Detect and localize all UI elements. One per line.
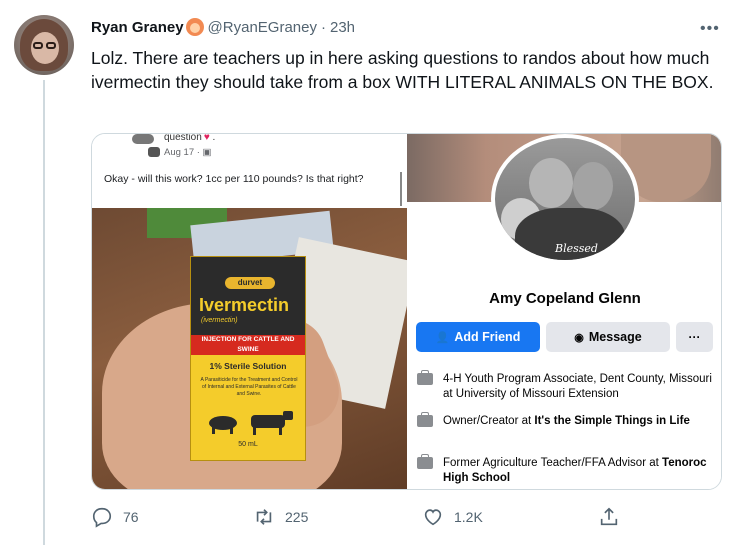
more-icon[interactable]: •••: [700, 20, 720, 38]
screenshot-post-panel: question ♥ . Aug 17 · ▣ Okay - will this …: [92, 133, 407, 489]
box-volume: 50 mL: [238, 441, 258, 448]
briefcase-icon: [417, 412, 433, 427]
pig-and-cow-icon: [209, 411, 293, 435]
box-injection-band: INJECTION FOR CATTLE AND SWINE: [191, 335, 305, 355]
profile-more-button: ···: [676, 322, 713, 352]
briefcase-icon: [417, 370, 433, 385]
message-label: Message: [588, 330, 642, 344]
author-handle[interactable]: @RyanEGraney: [208, 19, 317, 36]
emoji-icon: [185, 18, 204, 36]
add-friend-button: 👤 Add Friend: [416, 322, 540, 352]
heart-icon: ♥: [203, 133, 210, 143]
add-friend-label: Add Friend: [454, 330, 521, 344]
author-avatar[interactable]: [14, 15, 74, 75]
ivermectin-box: durvet Ivermectin (ivermectin) INJECTION…: [190, 256, 306, 461]
profile-info-text: Former Agriculture Teacher/FFA Advisor a…: [443, 457, 707, 484]
snippet-reaction-icon: [148, 147, 160, 157]
profile-info-item: Owner/Creator at It's the Simple Things …: [417, 412, 713, 429]
briefcase-icon: [417, 454, 433, 469]
snippet-avatar-icon: [132, 134, 154, 144]
screenshot-profile-panel: Blessed Amy Copeland Glenn 👤 Add Friend …: [407, 134, 721, 489]
reply-icon: [92, 507, 112, 528]
profile-info-item: Former Agriculture Teacher/FFA Advisor a…: [417, 454, 713, 486]
profile-info-text: Owner/Creator at It's the Simple Things …: [443, 415, 690, 427]
tweet-header: Ryan Graney @RyanEGraney · 23h: [91, 18, 355, 36]
tweet-time[interactable]: 23h: [330, 19, 355, 36]
profile-info-item: 4-H Youth Program Associate, Dent County…: [417, 370, 713, 402]
tweet-text: Lolz. There are teachers up in here aski…: [91, 48, 714, 92]
retweet-button[interactable]: 225: [253, 506, 308, 528]
retweet-count: 225: [285, 509, 309, 525]
avatar-glasses-left: [33, 42, 43, 49]
profile-bodies: [515, 208, 625, 260]
profile-picture: Blessed: [491, 134, 639, 264]
ivermectin-photo: durvet Ivermectin (ivermectin) INJECTION…: [92, 208, 407, 489]
box-brand: durvet: [225, 277, 275, 289]
retweet-icon: [256, 509, 272, 525]
snippet-date: Aug 17 · ▣: [164, 147, 212, 158]
add-person-icon: 👤: [435, 331, 450, 344]
message-button: ◉ Message: [546, 322, 670, 352]
avatar-glasses-right: [46, 42, 56, 49]
reply-count: 76: [123, 509, 139, 525]
share-icon: [600, 507, 618, 526]
tweet-actions: 76 225 1.2K: [91, 506, 731, 530]
profile-person-2: [573, 162, 613, 210]
separator-dot: ·: [321, 18, 326, 36]
box-product-subname: (ivermectin): [201, 317, 238, 324]
thread-line: [43, 80, 45, 545]
profile-info-text: 4-H Youth Program Associate, Dent County…: [443, 373, 712, 400]
scrollbar: [400, 172, 402, 206]
like-button[interactable]: 1.2K: [422, 506, 483, 528]
like-count: 1.2K: [454, 509, 483, 525]
box-description: A Parasiticide for the Treatment and Con…: [200, 377, 298, 397]
author-name[interactable]: Ryan Graney: [91, 19, 184, 36]
post-comment: Okay - will this work? 1cc per 110 pound…: [104, 173, 364, 185]
messenger-icon: ◉: [574, 331, 584, 344]
profile-photo-caption: Blessed: [555, 242, 598, 255]
profile-name: Amy Copeland Glenn: [489, 290, 641, 307]
share-button[interactable]: [598, 506, 630, 528]
tweet-media-image[interactable]: question ♥ . Aug 17 · ▣ Okay - will this …: [91, 133, 722, 490]
reply-button[interactable]: 76: [91, 506, 139, 528]
box-product-name: Ivermectin: [199, 295, 290, 315]
like-icon: [424, 509, 442, 526]
snippet-question: question ♥ .: [164, 133, 216, 143]
box-sterile-label: 1% Sterile Solution: [209, 361, 287, 371]
profile-person-1: [529, 158, 573, 208]
